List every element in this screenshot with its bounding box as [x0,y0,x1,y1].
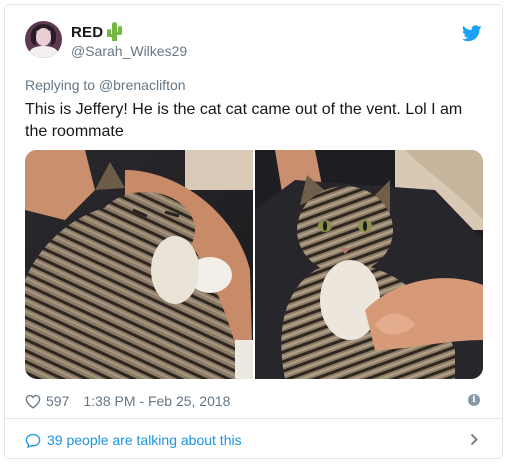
conversation-link[interactable]: 39 people are talking about this [25,429,486,451]
reply-handle-link[interactable]: @brenaclifton [99,77,186,93]
like-count[interactable]: 597 [46,393,69,409]
cat-photo-1[interactable] [25,150,253,379]
chevron-right-icon[interactable] [470,433,478,446]
tweet-timestamp[interactable]: 1:38 PM - Feb 25, 2018 [83,393,230,409]
info-icon[interactable]: i [468,394,480,406]
tweet-meta: 597 1:38 PM - Feb 25, 2018 i [25,391,486,411]
replying-prefix: Replying to [25,77,96,93]
media-grid [25,150,483,379]
conversation-label: 39 people are talking about this [47,432,242,448]
tweet-header: RED @Sarah_Wilkes29 [25,21,486,65]
avatar[interactable] [25,21,62,58]
cat-photo-2[interactable] [255,150,483,379]
replying-to: Replying to @brenaclifton [25,77,186,93]
tweet-card[interactable]: RED @Sarah_Wilkes29 Replying to @brenacl… [4,4,503,459]
divider [5,418,502,419]
heart-icon[interactable] [25,394,41,409]
name-row[interactable]: RED [71,22,123,42]
cactus-icon [106,22,123,42]
user-handle[interactable]: @Sarah_Wilkes29 [71,43,187,59]
tweet-text: This is Jeffery! He is the cat cat came … [25,101,463,140]
display-name[interactable]: RED [71,24,103,41]
comment-bubble-icon [25,433,41,448]
twitter-bird-icon[interactable] [462,25,482,42]
